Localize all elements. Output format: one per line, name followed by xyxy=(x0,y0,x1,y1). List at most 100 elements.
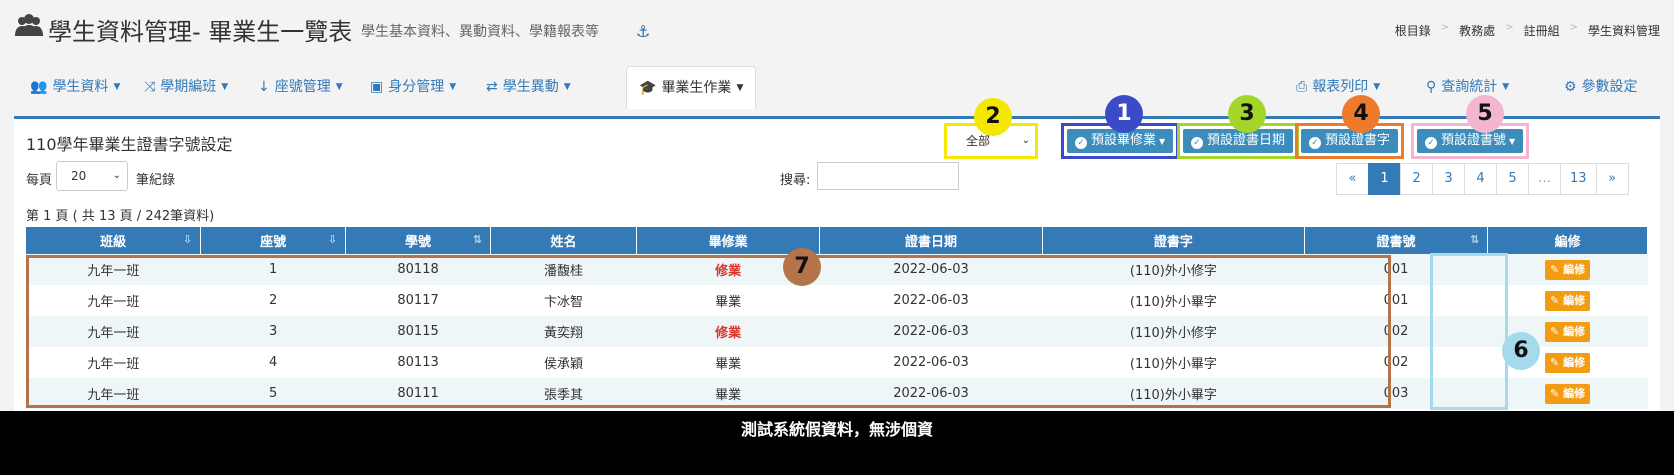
search-input[interactable] xyxy=(817,162,959,190)
page-title: 學生資料管理- 畢業生一覽表 xyxy=(48,18,353,46)
breadcrumb-item-current: 學生資料管理 xyxy=(1587,24,1660,38)
check-circle-icon: ✓ xyxy=(1191,137,1203,149)
header-label: 證書字 xyxy=(1153,235,1193,250)
users-icon: 👥 xyxy=(30,79,48,95)
tab-graduate-operations[interactable]: 🎓 畢業生作業 ▼ xyxy=(626,66,757,109)
edit-button[interactable]: ✎ 編修 xyxy=(1545,290,1591,311)
pager-page[interactable]: 3 xyxy=(1432,163,1465,195)
cell-cert-word: (110)外小畢字 xyxy=(1042,347,1305,378)
table-header-row: 班級 ⇩ 座號 ⇩ 學號 ⇅ 姓名 畢修業 證書日期 證書字 證書號 ⇅ 編修 xyxy=(26,227,1648,254)
per-page-select[interactable]: 20 ⌄ xyxy=(56,161,128,191)
caret-down-icon: ▼ xyxy=(221,82,229,92)
breadcrumb-item-root[interactable]: 根目錄 xyxy=(1395,22,1431,39)
annotation-marker-2: 2 xyxy=(974,98,1012,136)
panel-title: 110學年畢業生證書字號設定 xyxy=(26,135,233,154)
edit-button[interactable]: ✎ 編修 xyxy=(1545,352,1591,373)
table-row: 九年一班 1 80118 潘馥桂 修業 2022-06-03 (110)外小修字… xyxy=(26,254,1648,285)
tab-seat-management[interactable]: ↓ 座號管理 ▼ xyxy=(246,66,355,108)
header-label: 班級 xyxy=(100,235,127,250)
column-header-class[interactable]: 班級 ⇩ xyxy=(26,227,202,254)
pager-next[interactable]: » xyxy=(1595,163,1629,195)
edit-icon: ✎ xyxy=(1550,262,1564,276)
edit-label: 編修 xyxy=(1563,324,1586,338)
cell-status: 畢業 xyxy=(636,378,820,409)
annotation-marker-7: 7 xyxy=(783,248,821,286)
column-header-cert-no[interactable]: 證書號 ⇅ xyxy=(1304,227,1489,254)
edit-icon: ✎ xyxy=(1550,293,1564,307)
tab-student-data[interactable]: 👥 學生資料 ▼ xyxy=(18,66,132,108)
edit-button[interactable]: ✎ 編修 xyxy=(1545,383,1591,404)
tab-label: 身分管理 xyxy=(388,79,445,95)
tab-class-assignment[interactable]: ⤨ 學期編班 ▼ xyxy=(132,66,240,108)
column-header-student-id[interactable]: 學號 ⇅ xyxy=(345,227,491,254)
column-header-seat[interactable]: 座號 ⇩ xyxy=(200,227,347,254)
pager-page[interactable]: 4 xyxy=(1464,163,1497,195)
pager-page[interactable]: 2 xyxy=(1400,163,1433,195)
pager-page[interactable]: 5 xyxy=(1496,163,1529,195)
default-cert-date-button[interactable]: ✓ 預設證書日期 xyxy=(1183,129,1294,153)
caret-down-icon: ▼ xyxy=(449,82,457,92)
cell-cert-date: 2022-06-03 xyxy=(819,254,1043,285)
tab-identity-management[interactable]: ▣ 身分管理 ▼ xyxy=(358,66,468,108)
check-circle-icon: ✓ xyxy=(1075,137,1087,149)
cell-edit: ✎ 編修 xyxy=(1487,378,1648,409)
edit-icon: ✎ xyxy=(1550,324,1564,338)
cell-name: 張季其 xyxy=(490,378,637,409)
cell-cert-no: 001 xyxy=(1304,254,1488,285)
edit-label: 編修 xyxy=(1563,262,1586,276)
cell-class: 九年一班 xyxy=(26,347,201,378)
pager-prev[interactable]: « xyxy=(1336,163,1369,195)
cell-student-id: 80118 xyxy=(345,254,491,285)
button-label: 預設證書號 xyxy=(1441,133,1507,148)
per-page-suffix: 筆紀錄 xyxy=(136,173,176,188)
per-page-label: 每頁 xyxy=(26,173,53,188)
cell-class: 九年一班 xyxy=(26,378,201,409)
breadcrumb-item-academic[interactable]: 教務處 xyxy=(1459,22,1495,39)
pager-page[interactable]: 1 xyxy=(1368,163,1401,195)
cell-class: 九年一班 xyxy=(26,316,201,347)
cell-name: 侯承穎 xyxy=(490,347,637,378)
default-cert-no-button[interactable]: ✓ 預設證書號 ▼ xyxy=(1417,129,1524,153)
table-row: 九年一班 2 80117 卞冰智 畢業 2022-06-03 (110)外小畢字… xyxy=(26,285,1648,316)
default-cert-word-button[interactable]: ✓ 預設證書字 xyxy=(1301,129,1399,153)
tab-label: 學期編班 xyxy=(160,79,217,95)
anchor-icon[interactable]: ⚓ xyxy=(636,22,650,41)
footer-banner: 測試系統假資料，無涉個資 xyxy=(0,411,1674,475)
graduates-table: 班級 ⇩ 座號 ⇩ 學號 ⇅ 姓名 畢修業 證書日期 證書字 證書號 ⇅ 編修 九年一班… xyxy=(26,227,1648,409)
header-label: 姓名 xyxy=(550,235,577,250)
menu-query-statistics[interactable]: ⚲ 查詢統計 ▼ xyxy=(1414,66,1521,108)
breadcrumb-separator: > xyxy=(1440,22,1450,33)
cell-cert-word: (110)外小畢字 xyxy=(1042,378,1305,409)
menu-label: 參數設定 xyxy=(1581,79,1638,95)
pager-page[interactable]: 13 xyxy=(1560,163,1597,195)
edit-button[interactable]: ✎ 編修 xyxy=(1545,321,1591,342)
search-icon: ⚲ xyxy=(1426,79,1437,95)
column-header-cert-word: 證書字 xyxy=(1042,227,1305,254)
print-icon: ⎙ xyxy=(1296,79,1308,95)
caret-down-icon: ▼ xyxy=(113,82,121,92)
cell-class: 九年一班 xyxy=(26,254,201,285)
edit-button[interactable]: ✎ 編修 xyxy=(1545,259,1591,280)
tab-student-changes[interactable]: ⇄ 學生異動 ▼ xyxy=(474,66,583,108)
cell-cert-word: (110)外小修字 xyxy=(1042,316,1305,347)
check-circle-icon: ✓ xyxy=(1309,137,1321,149)
cell-student-id: 80111 xyxy=(345,378,491,409)
cell-status: 畢業 xyxy=(636,285,820,316)
menu-label: 查詢統計 xyxy=(1441,79,1498,95)
cell-seat: 3 xyxy=(200,316,346,347)
page-info: 第 1 頁 ( 共 13 頁 / 242筆資料) xyxy=(26,209,215,224)
cell-student-id: 80113 xyxy=(345,347,491,378)
cert-no-action-highlight: ✓ 預設證書號 ▼ xyxy=(1411,123,1530,159)
header-label: 編修 xyxy=(1554,235,1581,250)
tab-label: 學生異動 xyxy=(502,79,559,95)
cell-name: 卞冰智 xyxy=(490,285,637,316)
sort-desc-icon: ⇩ xyxy=(183,233,193,246)
caret-down-icon: ▼ xyxy=(1159,137,1166,146)
caret-down-icon: ▼ xyxy=(335,82,343,92)
menu-parameter-settings[interactable]: ⚙ 參數設定 xyxy=(1552,66,1650,108)
annotation-marker-1: 1 xyxy=(1105,95,1143,133)
sort-desc-icon: ⇩ xyxy=(327,233,338,246)
cell-cert-word: (110)外小修字 xyxy=(1042,254,1305,285)
breadcrumb-item-registry[interactable]: 註冊組 xyxy=(1524,22,1560,39)
caret-down-icon: ▼ xyxy=(563,82,571,92)
